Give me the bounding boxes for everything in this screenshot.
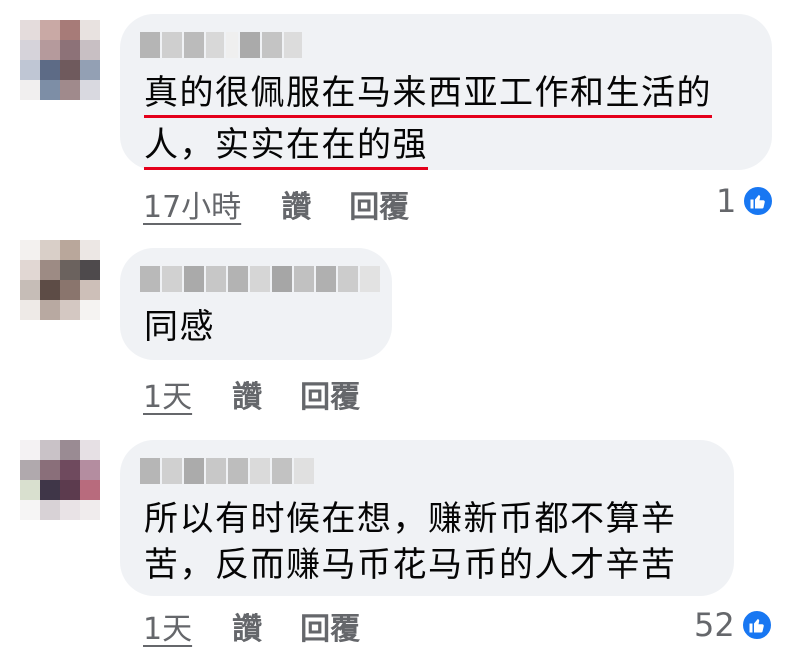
like-button[interactable]: 讚 (281, 182, 311, 226)
reaction-count: 52 (694, 606, 735, 644)
like-button[interactable]: 讚 (232, 372, 262, 416)
thumbs-up-icon (740, 609, 773, 641)
timestamp-link[interactable]: 17小時 (143, 182, 241, 226)
timestamp-link[interactable]: 1天 (143, 604, 192, 648)
comment-text: 真的很佩服在马来西亚工作和生活的 人，实实在在的强 (144, 70, 712, 170)
avatar[interactable] (20, 440, 100, 520)
comment-text-line: 苦，反而赚马币花马币的人才辛苦 (144, 545, 677, 585)
comment-bubble: 同感 (120, 248, 392, 360)
comment-actions: 1天 讚 回覆 (143, 604, 360, 648)
reaction-count: 1 (716, 182, 737, 220)
comment-text-line: 所以有时候在想，赚新币都不算辛 (144, 499, 677, 539)
comment-text-line: 同感 (144, 307, 215, 347)
commenter-name-blurred[interactable] (140, 266, 380, 292)
comment-actions: 17小時 讚 回覆 (143, 182, 409, 226)
commenter-name-blurred[interactable] (140, 32, 302, 58)
avatar[interactable] (20, 240, 100, 320)
comment-text-line: 人，实实在在的强 (144, 125, 428, 170)
reply-button[interactable]: 回覆 (300, 372, 360, 416)
comment-text-line: 真的很佩服在马来西亚工作和生活的 (144, 73, 712, 118)
commenter-name-blurred[interactable] (140, 458, 314, 484)
like-button[interactable]: 讚 (232, 604, 262, 648)
timestamp-link[interactable]: 1天 (143, 372, 192, 416)
reply-button[interactable]: 回覆 (349, 182, 409, 226)
comment-bubble: 所以有时候在想，赚新币都不算辛 苦，反而赚马币花马币的人才辛苦 (120, 440, 734, 596)
thumbs-up-icon (742, 185, 775, 217)
comment-text: 所以有时候在想，赚新币都不算辛 苦，反而赚马币花马币的人才辛苦 (144, 496, 677, 588)
reply-button[interactable]: 回覆 (300, 604, 360, 648)
avatar[interactable] (20, 20, 100, 100)
reaction-summary[interactable]: 52 (694, 606, 773, 644)
comment-text: 同感 (144, 304, 215, 350)
comment-bubble: 真的很佩服在马来西亚工作和生活的 人，实实在在的强 (120, 14, 772, 170)
reaction-summary[interactable]: 1 (716, 182, 775, 220)
comment-actions: 1天 讚 回覆 (143, 372, 360, 416)
